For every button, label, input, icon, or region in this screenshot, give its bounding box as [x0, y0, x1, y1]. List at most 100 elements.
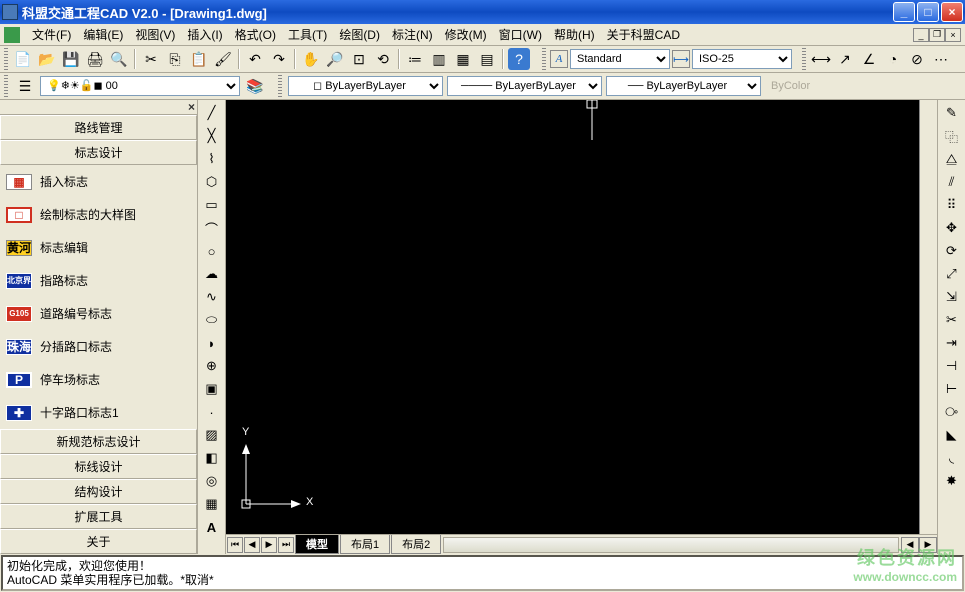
- close-button[interactable]: ×: [941, 2, 963, 22]
- revcloud-icon[interactable]: ☁: [201, 263, 223, 285]
- hatch-icon[interactable]: ▨: [201, 424, 223, 446]
- array-icon[interactable]: ⠿: [941, 194, 963, 216]
- region-icon[interactable]: ◎: [201, 470, 223, 492]
- tab-prev-button[interactable]: ◀: [244, 537, 260, 553]
- properties-icon[interactable]: ≔: [404, 48, 426, 70]
- menu-dim[interactable]: 标注(N): [386, 24, 439, 45]
- open-icon[interactable]: 📂: [36, 48, 58, 70]
- chamfer-icon[interactable]: ◣: [941, 424, 963, 446]
- tab-model[interactable]: 模型: [295, 535, 339, 554]
- circle-icon[interactable]: ○: [201, 240, 223, 262]
- lineweight-combo[interactable]: ── ByLayerByLayer: [606, 76, 761, 96]
- table-icon[interactable]: ▦: [201, 493, 223, 515]
- panel-item-4[interactable]: G105道路编号标志: [0, 297, 197, 330]
- spline-icon[interactable]: ∿: [201, 286, 223, 308]
- model-canvas[interactable]: Y X: [226, 100, 919, 534]
- tab-layout1[interactable]: 布局1: [340, 535, 390, 554]
- maximize-button[interactable]: □: [917, 2, 939, 22]
- dimstyle-icon[interactable]: ⟼: [672, 50, 690, 68]
- polygon-icon[interactable]: ⬡: [201, 171, 223, 193]
- dim-continue-icon[interactable]: ⋯: [930, 48, 952, 70]
- sheetset-icon[interactable]: ▤: [476, 48, 498, 70]
- extend-icon[interactable]: ⇥: [941, 332, 963, 354]
- textstyle-combo[interactable]: Standard: [570, 49, 670, 69]
- panel-item-0[interactable]: ▦插入标志: [0, 165, 197, 198]
- redo-icon[interactable]: ↷: [268, 48, 290, 70]
- panel-close-button[interactable]: ×: [0, 100, 197, 115]
- horizontal-scrollbar[interactable]: [443, 537, 899, 553]
- menu-tools[interactable]: 工具(T): [282, 24, 333, 45]
- minimize-button[interactable]: _: [893, 2, 915, 22]
- paste-icon[interactable]: 📋: [188, 48, 210, 70]
- dim-radius-icon[interactable]: ◔: [882, 48, 904, 70]
- dim-linear-icon[interactable]: ⟷: [810, 48, 832, 70]
- toolbar-grip[interactable]: [4, 48, 8, 70]
- menu-window[interactable]: 窗口(W): [493, 24, 548, 45]
- xline-icon[interactable]: ╳: [201, 125, 223, 147]
- ellipse-icon[interactable]: ⬭: [201, 309, 223, 331]
- layer-combo[interactable]: 💡❄☀🔓◼ 00: [40, 76, 240, 96]
- move-icon[interactable]: ✥: [941, 217, 963, 239]
- toolpalette-icon[interactable]: ▦: [452, 48, 474, 70]
- help-icon[interactable]: ?: [508, 48, 530, 70]
- zoom-window-icon[interactable]: ⊡: [348, 48, 370, 70]
- new-icon[interactable]: 📄: [12, 48, 34, 70]
- panel-btn-ext[interactable]: 扩展工具: [0, 504, 197, 529]
- panel-btn-about[interactable]: 关于: [0, 529, 197, 554]
- panel-item-3[interactable]: 北京界指路标志: [0, 264, 197, 297]
- break-icon[interactable]: ⊣: [941, 355, 963, 377]
- zoom-prev-icon[interactable]: ⟲: [372, 48, 394, 70]
- matchprop-icon[interactable]: 🖌: [212, 48, 234, 70]
- props-grip[interactable]: [278, 75, 282, 97]
- tab-first-button[interactable]: ⏮: [227, 537, 243, 553]
- print-icon[interactable]: 🖨: [84, 48, 106, 70]
- menu-file[interactable]: 文件(F): [26, 24, 77, 45]
- rect-icon[interactable]: ▭: [201, 194, 223, 216]
- panel-item-2[interactable]: 黄河标志编辑: [0, 231, 197, 264]
- mdi-minimize-button[interactable]: _: [913, 28, 929, 42]
- linetype-combo[interactable]: ──── ByLayerByLayer: [447, 76, 602, 96]
- vertical-scrollbar[interactable]: [919, 100, 937, 534]
- fillet-icon[interactable]: ◟: [941, 447, 963, 469]
- menu-draw[interactable]: 绘图(D): [333, 24, 386, 45]
- copy-obj-icon[interactable]: ⿻: [941, 125, 963, 147]
- scale-icon[interactable]: ⤢: [941, 263, 963, 285]
- cut-icon[interactable]: ✂: [140, 48, 162, 70]
- mtext-icon[interactable]: A: [201, 516, 223, 538]
- undo-icon[interactable]: ↶: [244, 48, 266, 70]
- menu-format[interactable]: 格式(O): [229, 24, 282, 45]
- tab-layout2[interactable]: 布局2: [391, 535, 441, 554]
- break2-icon[interactable]: ⊢: [941, 378, 963, 400]
- color-combo[interactable]: ◻ ByLayerByLayer: [288, 76, 443, 96]
- save-icon[interactable]: 💾: [60, 48, 82, 70]
- layer-prev-icon[interactable]: 📚: [244, 75, 266, 97]
- layer-grip[interactable]: [4, 75, 8, 97]
- mdi-close-button[interactable]: ×: [945, 28, 961, 42]
- menu-about[interactable]: 关于科盟CAD: [601, 24, 686, 45]
- stretch-icon[interactable]: ⇲: [941, 286, 963, 308]
- block-icon[interactable]: ▣: [201, 378, 223, 400]
- dim-diameter-icon[interactable]: ⊘: [906, 48, 928, 70]
- preview-icon[interactable]: 🔍: [108, 48, 130, 70]
- tab-last-button[interactable]: ⏭: [278, 537, 294, 553]
- join-icon[interactable]: ⧂: [941, 401, 963, 423]
- menu-modify[interactable]: 修改(M): [439, 24, 493, 45]
- tab-next-button[interactable]: ▶: [261, 537, 277, 553]
- dim-aligned-icon[interactable]: ↗: [834, 48, 856, 70]
- panel-item-6[interactable]: P停车场标志: [0, 363, 197, 396]
- menu-edit[interactable]: 编辑(E): [77, 24, 129, 45]
- menu-help[interactable]: 帮助(H): [548, 24, 601, 45]
- line-icon[interactable]: ╱: [201, 102, 223, 124]
- mdi-restore-button[interactable]: ❐: [929, 28, 945, 42]
- rotate-icon[interactable]: ⟳: [941, 240, 963, 262]
- mirror-icon[interactable]: ⧋: [941, 148, 963, 170]
- pline-icon[interactable]: ⌇: [201, 148, 223, 170]
- panel-btn-route[interactable]: 路线管理: [0, 115, 197, 140]
- panel-item-7[interactable]: ✚十字路口标志1: [0, 396, 197, 429]
- erase-icon[interactable]: ✎: [941, 102, 963, 124]
- hscroll-left-button[interactable]: ◀: [901, 537, 919, 553]
- trim-icon[interactable]: ✂: [941, 309, 963, 331]
- textstyle-icon[interactable]: A: [550, 50, 568, 68]
- style-toolbar-grip[interactable]: [542, 48, 546, 70]
- panel-btn-struct[interactable]: 结构设计: [0, 479, 197, 504]
